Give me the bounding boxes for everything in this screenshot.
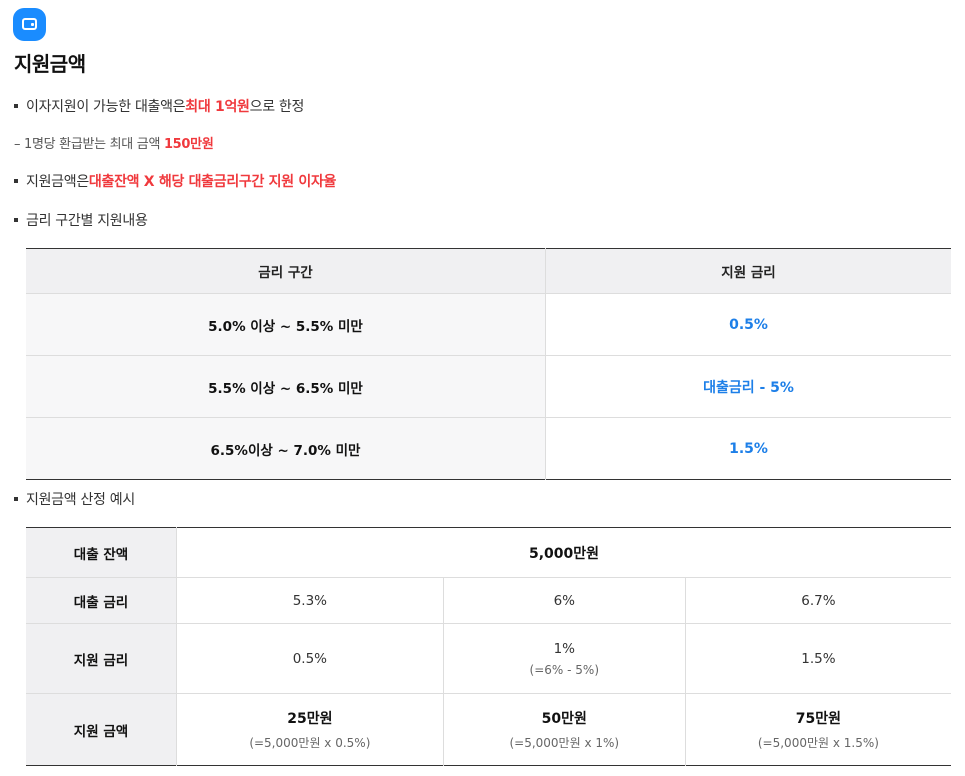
highlight-text: 대출잔액 X 해당 대출금리구간 지원 이자율 (88, 174, 337, 190)
bullet-icon (14, 497, 18, 501)
support-amount-value: 75만원 (795, 711, 842, 727)
rate-table-header-rate: 지원 금리 (545, 248, 951, 294)
bullet-formula: 지원금액은 대출잔액 X 해당 대출금리구간 지원 이자율 (14, 171, 336, 191)
loan-rate-cell: 6% (443, 577, 686, 624)
bullet-text: 지원금액은 (26, 174, 89, 190)
support-amount-cell: 75만원 (=5,000만원 x 1.5%) (685, 693, 951, 766)
table-row: 6.5%이상 ~ 7.0% 미만 1.5% (26, 417, 951, 480)
table-row: 5.5% 이상 ~ 6.5% 미만 대출금리 - 5% (26, 355, 951, 418)
rate-cell: 1.5% (545, 417, 951, 480)
section-title: 지원금액 (14, 52, 86, 76)
support-rate-value: 0.5% (292, 650, 328, 667)
support-amount-note: (=5,000만원 x 1.5%) (757, 736, 879, 750)
support-amount-cell: 25만원 (=5,000만원 x 0.5%) (176, 693, 444, 766)
note-text: – 1명당 환급받는 최대 금액 (14, 137, 164, 152)
support-rate-note: (=6% - 5%) (529, 662, 599, 677)
table-row: 지원 금리 0.5% 1% (=6% - 5%) 1.5% (26, 623, 951, 694)
balance-label: 대출 잔액 (26, 527, 177, 578)
table-row: 대출 잔액 5,000만원 (26, 527, 951, 578)
table-row: 5.0% 이상 ~ 5.5% 미만 0.5% (26, 293, 951, 356)
bullet-icon (14, 104, 18, 108)
bullet-example-section: 지원금액 산정 예시 (14, 489, 135, 509)
rate-table-header-range: 금리 구간 (26, 248, 546, 294)
bullet-text: 금리 구간별 지원내용 (26, 213, 148, 229)
loan-rate-cell: 5.3% (176, 577, 444, 624)
note-max-refund: – 1명당 환급받는 최대 금액 150만원 (14, 133, 214, 152)
rate-table: 금리 구간 지원 금리 5.0% 이상 ~ 5.5% 미만 0.5% 5.5% … (26, 248, 951, 480)
bullet-icon (14, 218, 18, 222)
support-rate-cell: 1.5% (685, 623, 951, 694)
support-rate-cell: 1% (=6% - 5%) (443, 623, 686, 694)
bullet-text: 으로 한정 (249, 99, 305, 115)
support-amount-value: 50만원 (541, 711, 587, 727)
support-rate-label: 지원 금리 (26, 623, 177, 694)
rate-cell: 대출금리 - 5% (545, 355, 951, 418)
example-table: 대출 잔액 5,000만원 대출 금리 5.3% 6% 6.7% 지원 금리 0… (26, 527, 951, 766)
highlight-text: 최대 1억원 (185, 99, 250, 115)
support-amount-note: (=5,000만원 x 0.5%) (249, 736, 371, 750)
range-cell: 6.5%이상 ~ 7.0% 미만 (26, 417, 546, 480)
support-amount-value: 25만원 (287, 711, 333, 727)
support-amount-cell: 50만원 (=5,000만원 x 1%) (443, 693, 686, 766)
bullet-icon (14, 179, 18, 183)
wallet-icon (13, 8, 46, 41)
table-row: 대출 금리 5.3% 6% 6.7% (26, 577, 951, 624)
support-amount-label: 지원 금액 (26, 693, 177, 766)
support-rate-value: 1.5% (801, 650, 836, 667)
bullet-text: 지원금액 산정 예시 (26, 492, 135, 508)
range-cell: 5.0% 이상 ~ 5.5% 미만 (26, 293, 546, 356)
bullet-rate-section: 금리 구간별 지원내용 (14, 210, 148, 230)
bullet-loan-limit: 이자지원이 가능한 대출액은 최대 1억원 으로 한정 (14, 96, 304, 116)
range-cell: 5.5% 이상 ~ 6.5% 미만 (26, 355, 546, 418)
support-rate-value: 1% (553, 640, 575, 657)
balance-value: 5,000만원 (528, 545, 600, 562)
bullet-text: 이자지원이 가능한 대출액은 (26, 99, 186, 115)
table-row: 지원 금액 25만원 (=5,000만원 x 0.5%) 50만원 (=5,00… (26, 693, 951, 766)
loan-rate-label: 대출 금리 (26, 577, 177, 624)
support-rate-cell: 0.5% (176, 623, 444, 694)
rate-cell: 0.5% (545, 293, 951, 356)
highlight-text: 150만원 (163, 137, 214, 152)
loan-rate-cell: 6.7% (685, 577, 951, 624)
support-amount-note: (=5,000만원 x 1%) (509, 736, 620, 750)
